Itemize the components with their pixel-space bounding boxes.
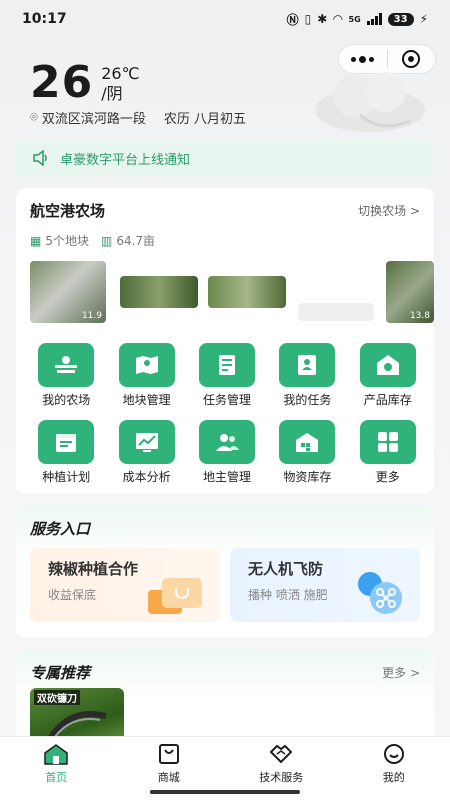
tile-label: 我的农场: [42, 393, 91, 407]
tab-label: 首页: [45, 771, 68, 784]
tile-label: 物资库存: [283, 470, 332, 484]
service-entry-card: 服务入口 辣椒种植合作 收益保底 无人机飞防 播种 喷洒 施肥: [16, 506, 434, 638]
home-icon: [44, 744, 68, 765]
chart-icon: [118, 420, 175, 464]
plot-thumbnail[interactable]: [120, 276, 198, 308]
lunar-date: 农历 八月初五: [163, 112, 246, 127]
plot-thumbnail[interactable]: [208, 276, 286, 308]
user-card-icon: [279, 343, 336, 387]
tile-label: 种植计划: [42, 470, 91, 484]
vibrate-icon: ▯: [304, 12, 312, 26]
grid-more-icon: [359, 420, 416, 464]
tab-label: 商城: [157, 771, 180, 784]
nfc-icon: Ⓝ: [286, 12, 299, 27]
smile-icon: [383, 744, 404, 764]
tile-label: 我的任务: [283, 393, 332, 407]
charging-icon: ⚡: [419, 12, 428, 26]
tile-my-farm[interactable]: 我的农场: [26, 343, 106, 408]
tile-material-inventory[interactable]: 物资库存: [267, 420, 347, 485]
tile-more[interactable]: 更多: [348, 420, 428, 485]
tile-my-tasks[interactable]: 我的任务: [267, 343, 347, 408]
tab-label: 我的: [382, 771, 405, 784]
service-item-title: 辣椒种植合作: [48, 560, 139, 578]
network-label: 5G: [348, 14, 361, 24]
tile-label: 成本分析: [122, 470, 171, 484]
plot-thumbnail[interactable]: 11.9: [30, 261, 106, 323]
tile-label: 任务管理: [202, 393, 251, 407]
plot-thumbnail-label: 11.9: [81, 311, 102, 321]
status-time: 10:17: [22, 11, 67, 27]
weather-widget: 26 26℃ /阴: [30, 60, 140, 106]
signal-icon: [366, 13, 382, 25]
plot-thumbnail[interactable]: 13.8: [386, 261, 434, 323]
service-item-title: 无人机飞防: [248, 560, 324, 578]
notice-bar[interactable]: 卓豪数字平台上线通知: [16, 140, 434, 176]
shopping-bag-icon: [158, 744, 179, 764]
tab-mine[interactable]: 我的: [338, 737, 450, 800]
speaker-icon: [33, 150, 47, 166]
calendar-icon: [38, 420, 95, 464]
status-bar: 10:17 Ⓝ ▯ ✱ ◠ 5G 33 ⚡: [0, 0, 450, 38]
temperature-value: 26: [30, 57, 94, 108]
plot-count: 5个地块: [45, 234, 89, 248]
tile-label: 产品库存: [363, 393, 412, 407]
wifi-icon: ◠: [333, 12, 343, 26]
service-section-title: 服务入口: [30, 520, 91, 538]
users-icon: [198, 420, 255, 464]
tile-label: 地主管理: [202, 470, 251, 484]
recommend-more-link[interactable]: 更多 >: [382, 664, 420, 681]
cloud-decoration-icon: [315, 72, 425, 132]
drone-icon: [358, 572, 402, 614]
drone-protection-button[interactable]: 无人机飞防 播种 喷洒 施肥: [230, 548, 420, 622]
shopping-bag-icon: [148, 578, 202, 614]
farm-name: 航空港农场: [30, 202, 106, 220]
handshake-icon: [269, 744, 293, 764]
tab-home[interactable]: 首页: [0, 737, 113, 800]
temperature-detail: 26℃: [101, 64, 140, 83]
tile-landlord-management[interactable]: 地主管理: [187, 420, 267, 485]
weather-condition: /阴: [101, 84, 123, 103]
plot-thumbnail[interactable]: [298, 303, 374, 321]
tab-label: 技术服务: [259, 771, 304, 784]
tile-label: 更多: [375, 470, 400, 484]
status-icons: Ⓝ ▯ ✱ ◠ 5G 33 ⚡: [287, 11, 428, 28]
farm-icon: [38, 343, 95, 387]
home-indicator: [150, 790, 300, 794]
farm-card: 航空港农场 切换农场 > ▦ 5个地块 ▥ 64.7亩 11.9 13.8 我的农场…: [16, 188, 434, 494]
tile-label: 地块管理: [122, 393, 171, 407]
farm-header: 航空港农场 切换农场 >: [30, 200, 420, 221]
warehouse-icon: [359, 343, 416, 387]
tile-cost-analysis[interactable]: 成本分析: [106, 420, 186, 485]
plot-thumbnails: 11.9 13.8: [30, 261, 434, 323]
tile-task-management[interactable]: 任务管理: [187, 343, 267, 408]
switch-farm-link[interactable]: 切换农场 >: [358, 202, 420, 219]
tile-plot-management[interactable]: 地块管理: [106, 343, 186, 408]
map-pin-icon: [118, 343, 175, 387]
plot-thumbnail-label: 13.8: [409, 311, 430, 321]
plots-icon: ▦: [30, 234, 42, 248]
map-icon: ▥: [100, 234, 113, 248]
location-row: ⌾ 双流区滨河路一段 农历 八月初五: [30, 108, 246, 127]
service-item-subtitle: 收益保底: [48, 588, 97, 602]
function-grid: 我的农场 地块管理 任务管理 我的任务 产品库存 种植计划 成本分析 地主管理 …: [26, 343, 428, 485]
tile-planting-plan[interactable]: 种植计划: [26, 420, 106, 485]
product-tag: 双砍镰刀: [34, 690, 80, 705]
recommend-card: 专属推荐 更多 > 双砍镰刀: [16, 650, 434, 750]
task-list-icon: [198, 343, 255, 387]
weather-detail: 26℃ /阴: [101, 64, 139, 104]
chili-cooperation-button[interactable]: 辣椒种植合作 收益保底: [30, 548, 220, 622]
notice-text: 卓豪数字平台上线通知: [60, 152, 191, 168]
farm-area: 64.7亩: [116, 234, 156, 248]
recommend-section-title: 专属推荐: [30, 664, 91, 682]
farm-meta: ▦ 5个地块 ▥ 64.7亩: [30, 232, 155, 249]
storage-icon: [279, 420, 336, 464]
tile-product-inventory[interactable]: 产品库存: [348, 343, 428, 408]
battery-indicator: 33: [387, 12, 414, 26]
bluetooth-icon: ✱: [317, 12, 328, 26]
service-item-subtitle: 播种 喷洒 施肥: [248, 588, 328, 602]
location-text: 双流区滨河路一段: [41, 112, 146, 127]
location-pin-icon: ⌾: [30, 110, 38, 125]
